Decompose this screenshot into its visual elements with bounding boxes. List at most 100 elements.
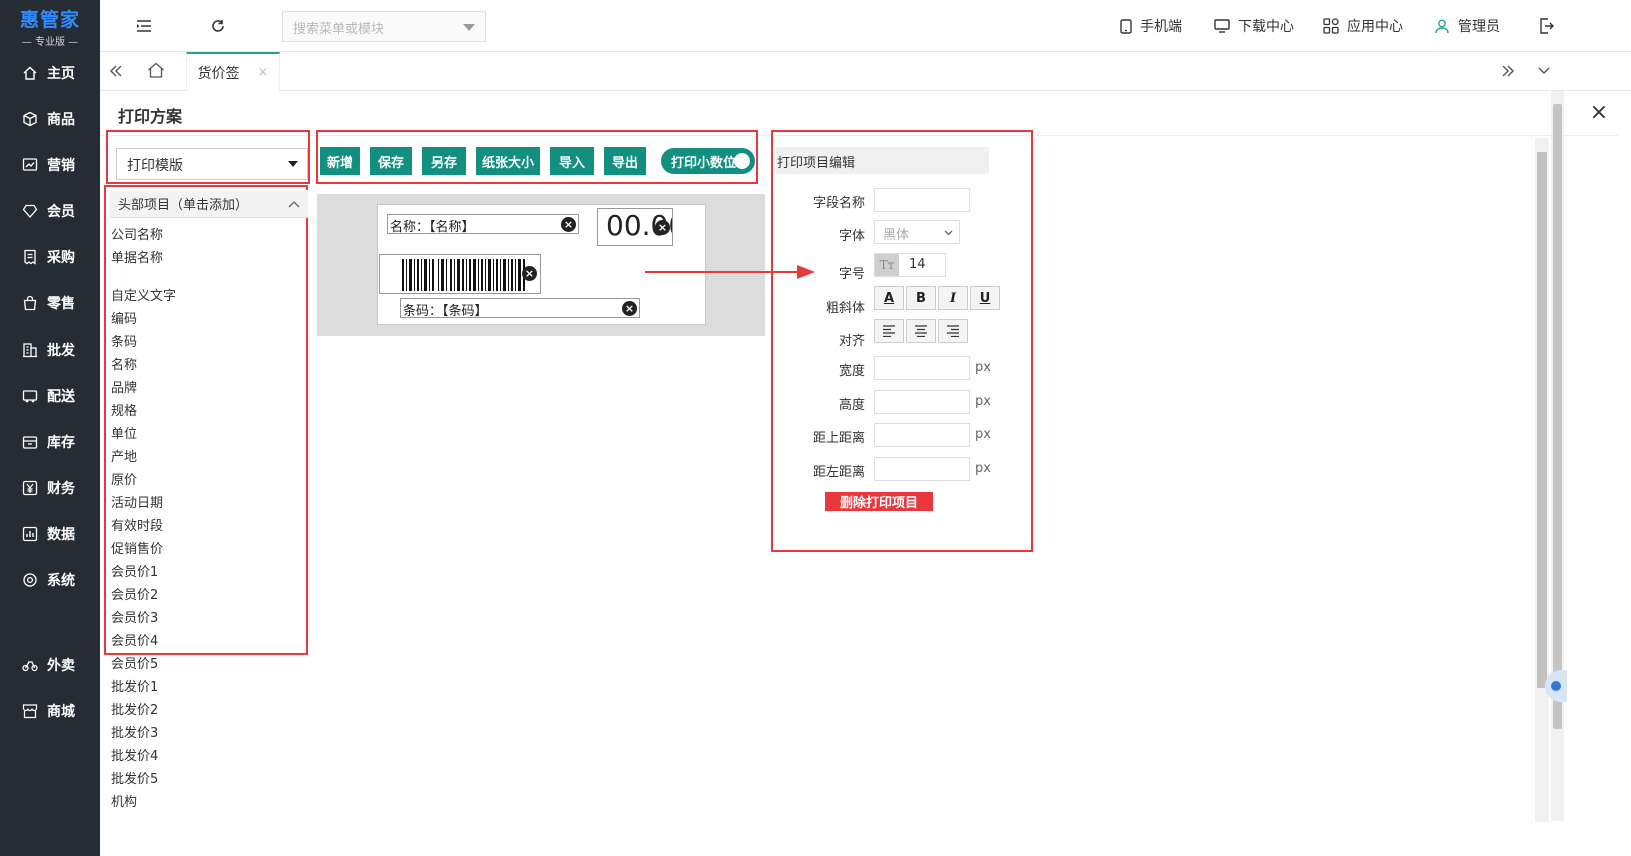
field-list-item[interactable]: 会员价4 — [111, 630, 301, 653]
print-template-select[interactable]: 打印模版 — [116, 148, 308, 180]
sidebar-item-7[interactable]: 批发 — [0, 335, 100, 365]
field-name-input[interactable] — [874, 188, 970, 212]
chevron-up-icon — [288, 197, 300, 211]
refresh-icon[interactable] — [208, 16, 228, 36]
field-list-item[interactable]: 规格 — [111, 400, 301, 423]
field-list-item[interactable]: 批发价5 — [111, 768, 301, 791]
field-list-item[interactable]: 会员价3 — [111, 607, 301, 630]
align-right-button[interactable] — [938, 319, 968, 343]
delete-print-item-button[interactable]: 删除打印项目 — [825, 492, 933, 511]
menu-search-input[interactable]: 搜索菜单或模块 — [282, 11, 486, 42]
font-size-input[interactable]: Tт 14 — [874, 253, 946, 277]
field-list-item[interactable]: 会员价2 — [111, 584, 301, 607]
font-color-button[interactable]: A — [874, 286, 904, 310]
field-list-item[interactable]: 批发价2 — [111, 699, 301, 722]
add-button[interactable]: 新增 — [320, 147, 360, 175]
sidebar-item-10[interactable]: 财务 — [0, 473, 100, 503]
save-as-button[interactable]: 另存 — [422, 147, 466, 175]
field-list-item[interactable]: 单位 — [111, 423, 301, 446]
tabs-scroll-left-icon[interactable] — [106, 61, 126, 81]
logout-icon[interactable] — [1536, 16, 1556, 36]
export-button[interactable]: 导出 — [604, 147, 646, 175]
field-list-item[interactable]: 条码 — [111, 331, 301, 354]
save-button[interactable]: 保存 — [370, 147, 412, 175]
field-list-item[interactable]: 活动日期 — [111, 492, 301, 515]
sidebar-item-2[interactable]: 商品 — [0, 104, 100, 134]
canvas-item-name[interactable]: 名称：【名称】 — [387, 214, 579, 235]
field-list-item[interactable]: 机构 — [111, 791, 301, 814]
remove-barcode-text-item-icon[interactable]: × — [622, 301, 637, 316]
width-input[interactable] — [874, 356, 970, 380]
sidebar-item-3[interactable]: 营销 — [0, 150, 100, 180]
field-list-item[interactable]: 编码 — [111, 308, 301, 331]
field-list-item[interactable]: 批发价3 — [111, 722, 301, 745]
italic-button[interactable]: I — [938, 286, 968, 310]
field-list-item[interactable]: 公司名称 — [111, 224, 301, 247]
tabs-scroll-right-icon[interactable] — [1498, 61, 1518, 81]
sidebar-item-9[interactable]: 库存 — [0, 427, 100, 457]
close-icon[interactable]: × — [1588, 102, 1610, 125]
field-list-item[interactable]: 名称 — [111, 354, 301, 377]
receipt-icon — [22, 249, 38, 265]
dialog-scrollbar-thumb[interactable] — [1537, 152, 1547, 688]
home-tab-icon[interactable] — [146, 60, 166, 80]
align-left-button[interactable] — [874, 319, 904, 343]
sidebar-item-6[interactable]: 零售 — [0, 288, 100, 318]
canvas-item-barcode[interactable] — [379, 254, 541, 294]
sidebar-item-11[interactable]: 数据 — [0, 519, 100, 549]
sidebar-item-4[interactable]: 会员 — [0, 196, 100, 226]
top-offset-label: 距上距离 — [812, 431, 865, 446]
tabs-menu-chevron-icon[interactable] — [1534, 61, 1554, 81]
sidebar-item-1[interactable]: 主页 — [0, 58, 100, 88]
align-right-icon — [947, 325, 959, 337]
phone-icon — [1120, 18, 1132, 34]
tab-close-icon[interactable]: × — [258, 65, 269, 80]
paper-size-button[interactable]: 纸张大小 — [476, 147, 540, 175]
align-left-icon — [883, 325, 895, 337]
page-scrollbar-thumb[interactable] — [1553, 104, 1562, 729]
top-offset-input[interactable] — [874, 423, 970, 447]
tab-price-tag[interactable]: 货价签 × — [186, 52, 280, 91]
remove-barcode-item-icon[interactable]: × — [522, 266, 537, 281]
sidebar-item-14[interactable]: 商城 — [0, 696, 100, 726]
download-center-link[interactable]: 下载中心 — [1214, 16, 1294, 36]
field-list-item[interactable]: 单据名称 — [111, 247, 301, 270]
sidebar-item-5[interactable]: 采购 — [0, 242, 100, 272]
field-list-item[interactable]: 会员价5 — [111, 653, 301, 676]
field-list-item[interactable]: 产地 — [111, 446, 301, 469]
sidebar-item-12[interactable]: 系统 — [0, 565, 100, 595]
align-center-button[interactable] — [906, 319, 936, 343]
cube-icon — [22, 111, 38, 127]
sidebar-item-13[interactable]: 外卖 — [0, 650, 100, 680]
field-list-item[interactable]: 促销售价 — [111, 538, 301, 561]
remove-price-item-icon[interactable]: × — [655, 220, 670, 235]
field-list-item[interactable]: 原价 — [111, 469, 301, 492]
sidebar-item-label: 系统 — [47, 573, 75, 589]
chevron-down-icon — [944, 230, 953, 236]
header-fields-toggle[interactable]: 头部项目（单击添加） — [110, 190, 308, 218]
sidebar-item-label: 外卖 — [47, 658, 75, 674]
field-list-item[interactable]: 品牌 — [111, 377, 301, 400]
field-list-item[interactable]: 有效时段 — [111, 515, 301, 538]
user-menu[interactable]: 管理员 — [1434, 16, 1500, 36]
left-offset-input[interactable] — [874, 457, 970, 481]
app-logo[interactable]: 惠管家 — 专业版 — — [0, 0, 100, 52]
underline-button[interactable]: U — [970, 286, 1000, 310]
field-list-item[interactable]: 批发价1 — [111, 676, 301, 699]
import-button[interactable]: 导入 — [550, 147, 594, 175]
bold-button[interactable]: B — [906, 286, 936, 310]
mobile-link[interactable]: 手机端 — [1120, 16, 1182, 36]
height-label: 高度 — [838, 398, 865, 413]
sidebar-item-8[interactable]: 配送 — [0, 381, 100, 411]
align-label: 对齐 — [838, 334, 865, 349]
remove-name-item-icon[interactable]: × — [561, 217, 576, 232]
field-list-item[interactable]: 自定义文字 — [111, 285, 301, 308]
print-decimal-toggle[interactable]: 打印小数位 — [661, 148, 755, 174]
field-list-item[interactable]: 会员价1 — [111, 561, 301, 584]
field-list-item[interactable]: 批发价4 — [111, 745, 301, 768]
app-center-link[interactable]: 应用中心 — [1323, 16, 1403, 36]
canvas-item-barcode-text[interactable]: 条码：【条码】 — [400, 298, 640, 319]
font-select[interactable]: 黑体 — [874, 220, 960, 244]
menu-collapse-icon[interactable] — [134, 16, 154, 36]
height-input[interactable] — [874, 390, 970, 414]
